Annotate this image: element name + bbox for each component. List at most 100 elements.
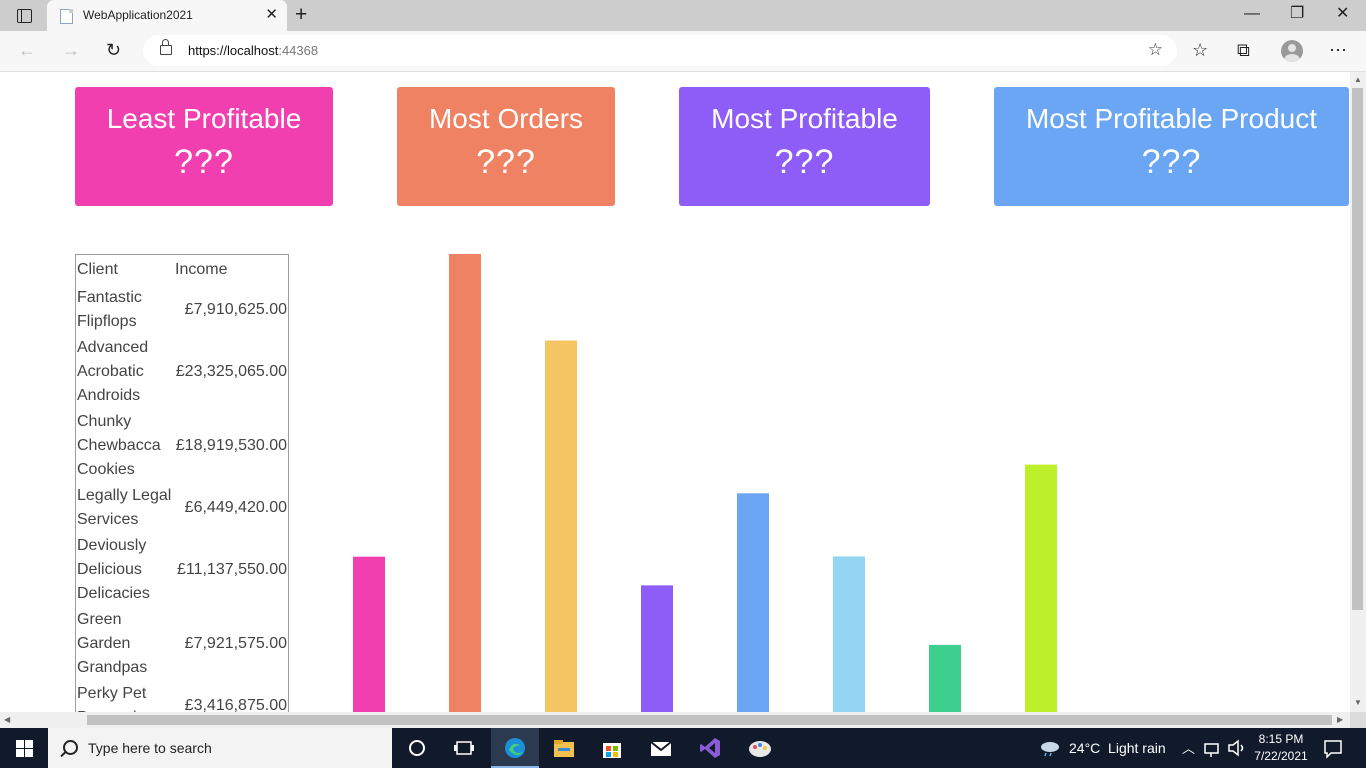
url-text: https://localhost:44368 bbox=[188, 43, 319, 58]
table-row: Fantastic Flipflops £7,910,625.00 bbox=[76, 285, 288, 335]
page-favicon-icon bbox=[60, 9, 73, 24]
paint-app-icon[interactable] bbox=[747, 736, 773, 760]
taskbar: Type here to search 24°C Light rain ︿ 8:… bbox=[0, 728, 1366, 768]
clock-time: 8:15 PM bbox=[1258, 732, 1304, 746]
card-title: Most Orders bbox=[428, 103, 584, 134]
new-tab-button[interactable]: + bbox=[295, 4, 307, 26]
income-table-container: Client Income Fantastic Flipflops £7,910… bbox=[75, 254, 289, 712]
most-profitable-product-card: Most Profitable Product ??? bbox=[994, 87, 1349, 206]
table-row: Green Garden Grandpas £7,921,575.00 bbox=[76, 607, 288, 681]
search-placeholder: Type here to search bbox=[88, 740, 212, 756]
taskbar-search-box[interactable]: Type here to search bbox=[48, 728, 392, 768]
favorites-icon[interactable]: ☆ bbox=[1192, 39, 1208, 61]
chart-bar-5 bbox=[737, 493, 769, 712]
table-row: Legally Legal Services £6,449,420.00 bbox=[76, 483, 288, 533]
table-header-row: Client Income bbox=[76, 255, 288, 285]
most-profitable-card: Most Profitable ??? bbox=[679, 87, 930, 206]
client-name: Fantastic Flipflops bbox=[77, 289, 142, 330]
chart-bar-7 bbox=[929, 644, 961, 712]
close-window-button[interactable]: ✕ bbox=[1336, 4, 1349, 24]
mail-icon[interactable] bbox=[649, 736, 673, 760]
card-title: Most Profitable Product bbox=[1025, 103, 1318, 134]
close-tab-icon[interactable]: ✕ bbox=[265, 6, 278, 24]
card-value: ??? bbox=[174, 143, 234, 181]
weather-text[interactable]: 24°C Light rain bbox=[1069, 740, 1166, 756]
least-profitable-card: Least Profitable ??? bbox=[75, 87, 333, 206]
card-value: ??? bbox=[476, 143, 536, 181]
minimize-button[interactable]: — bbox=[1244, 4, 1260, 24]
search-icon bbox=[63, 740, 78, 755]
client-income: £11,137,550.00 bbox=[176, 561, 287, 578]
income-bar-chart bbox=[353, 254, 1057, 712]
card-value: ??? bbox=[774, 143, 835, 181]
card-title: Least Profitable bbox=[106, 103, 302, 134]
client-name: Advanced Acrobatic Androids bbox=[77, 339, 149, 404]
notifications-icon[interactable] bbox=[1323, 736, 1343, 760]
page-content: Least Profitable ??? Most Orders ??? Mos… bbox=[0, 72, 1350, 712]
forward-button[interactable]: → bbox=[62, 39, 80, 61]
restore-button[interactable]: ❐ bbox=[1290, 4, 1304, 24]
most-orders-card: Most Orders ??? bbox=[397, 87, 615, 206]
chart-bar-4 bbox=[641, 585, 673, 712]
card-value: ??? bbox=[1141, 143, 1202, 181]
back-button[interactable]: ← bbox=[18, 39, 36, 61]
cortana-icon[interactable] bbox=[405, 736, 429, 760]
chart-bar-6 bbox=[833, 556, 865, 712]
chart-bar-3 bbox=[545, 340, 577, 712]
horizontal-scroll-thumb[interactable] bbox=[87, 715, 1332, 725]
horizontal-scrollbar[interactable]: ◀ ▶ bbox=[0, 712, 1350, 728]
clock-date: 7/22/2021 bbox=[1254, 749, 1308, 763]
client-income: £23,325,065.00 bbox=[175, 363, 287, 380]
client-name: Green Garden Grandpas bbox=[77, 611, 148, 676]
client-income: £18,919,530.00 bbox=[175, 437, 287, 454]
navigation-bar: ← → ↻ https://localhost:44368 ☆ ☆ ⧉ ⋯ bbox=[0, 31, 1366, 72]
tab-title: WebApplication2021 bbox=[83, 8, 193, 22]
table-row: Advanced Acrobatic Androids £23,325,065.… bbox=[76, 335, 288, 409]
vertical-scroll-thumb[interactable] bbox=[1352, 88, 1363, 610]
show-hidden-icons-icon[interactable]: ︿ bbox=[1182, 738, 1195, 757]
scroll-up-icon[interactable]: ▲ bbox=[1354, 75, 1362, 84]
scroll-left-icon[interactable]: ◀ bbox=[4, 715, 10, 724]
table-row: Chunky Chewbacca Cookies £18,919,530.00 bbox=[76, 409, 288, 483]
file-explorer-icon[interactable] bbox=[552, 736, 576, 760]
table-row: Perky Pet Pampering £3,416,875.00 bbox=[76, 681, 288, 712]
start-button[interactable] bbox=[0, 728, 48, 768]
chart-bar-2 bbox=[449, 254, 481, 712]
network-icon[interactable] bbox=[1202, 736, 1222, 760]
card-title: Most Profitable bbox=[711, 103, 898, 134]
microsoft-store-icon[interactable] bbox=[600, 736, 624, 760]
client-income: £7,910,625.00 bbox=[184, 301, 287, 318]
client-name: Perky Pet Pampering bbox=[77, 685, 154, 712]
address-bar[interactable]: https://localhost:44368 ☆ bbox=[143, 35, 1177, 66]
refresh-button[interactable]: ↻ bbox=[106, 39, 121, 61]
tab-actions-icon bbox=[16, 9, 32, 23]
volume-icon[interactable] bbox=[1226, 736, 1246, 760]
vertical-scrollbar[interactable]: ▲ ▼ bbox=[1350, 72, 1366, 712]
browser-tab[interactable]: WebApplication2021 ✕ bbox=[47, 0, 287, 31]
collections-icon[interactable]: ⧉ bbox=[1237, 39, 1250, 61]
income-table: Client Income Fantastic Flipflops £7,910… bbox=[76, 255, 288, 712]
client-name: Legally Legal Services bbox=[77, 487, 172, 528]
client-name: Deviously Delicious Delicacies bbox=[77, 537, 150, 602]
scrollbar-corner bbox=[1350, 712, 1366, 728]
chart-bar-1 bbox=[353, 556, 385, 712]
taskbar-clock[interactable]: 8:15 PM 7/22/2021 bbox=[1250, 731, 1312, 765]
scroll-down-icon[interactable]: ▼ bbox=[1354, 698, 1362, 707]
tab-bar: WebApplication2021 ✕ + — ❐ ✕ bbox=[0, 0, 1366, 31]
lock-icon bbox=[160, 39, 172, 55]
column-header-income: Income bbox=[175, 261, 228, 278]
chart-bar-8 bbox=[1025, 464, 1057, 712]
scroll-right-icon[interactable]: ▶ bbox=[1337, 715, 1343, 724]
profile-avatar[interactable] bbox=[1281, 40, 1303, 62]
more-options-icon[interactable]: ⋯ bbox=[1329, 39, 1347, 61]
client-income: £3,416,875.00 bbox=[184, 697, 287, 712]
edge-browser-icon[interactable] bbox=[503, 736, 527, 760]
tab-actions-button[interactable] bbox=[8, 5, 40, 27]
client-income: £6,449,420.00 bbox=[184, 499, 287, 516]
visual-studio-icon[interactable] bbox=[698, 736, 722, 760]
add-favorite-icon[interactable]: ☆ bbox=[1148, 40, 1163, 60]
client-income: £7,921,575.00 bbox=[184, 635, 287, 652]
client-name: Chunky Chewbacca Cookies bbox=[77, 413, 161, 478]
task-view-icon[interactable] bbox=[452, 736, 476, 760]
table-row: Deviously Delicious Delicacies £11,137,5… bbox=[76, 533, 288, 607]
